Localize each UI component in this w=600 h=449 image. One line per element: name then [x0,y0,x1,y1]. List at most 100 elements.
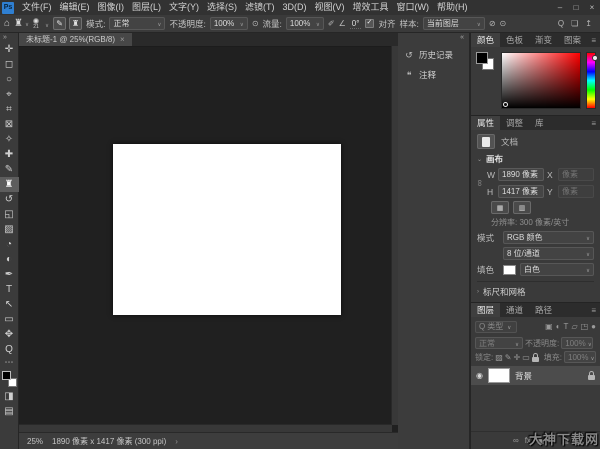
brush-tool[interactable]: ✎ [0,162,19,177]
menu-item[interactable]: 窗口(W) [393,0,434,15]
adjustment-layer-icon[interactable]: ◐ [550,436,555,445]
canvas-section-header[interactable]: ⌄ 画布 [477,153,594,165]
pen-tool[interactable]: ✒ [0,267,19,282]
menu-item[interactable]: 选择(S) [203,0,241,15]
search-icon[interactable]: Q [558,20,564,28]
document-type-button[interactable] [477,134,495,149]
close-icon[interactable]: × [584,0,600,15]
panel-menu-icon[interactable]: ≡ [587,303,600,317]
marquee-tool[interactable]: ◻ [0,57,19,72]
x-field[interactable]: 像素 [558,168,594,181]
panel-tab[interactable]: 颜色 [471,33,500,47]
layer-name[interactable]: 背景 [515,370,532,382]
lock-position-icon[interactable]: ✛ [514,353,521,362]
dock-notes[interactable]: ❝ 注释 [398,65,469,85]
menu-item[interactable]: 滤镜(T) [241,0,279,15]
status-caret-icon[interactable]: › [175,437,178,446]
move-tool[interactable]: ✛ [0,42,19,57]
filter-toggle-icon[interactable]: ● [591,322,596,331]
object-selection-tool[interactable]: ⌖ [0,87,19,102]
menu-item[interactable]: 图层(L) [128,0,165,15]
eyedropper-tool[interactable]: ✧ [0,132,19,147]
menu-item[interactable]: 文字(Y) [165,0,203,15]
pressure-size-icon[interactable]: ⊙ [500,20,507,28]
layer-opacity-select[interactable]: 100% [561,337,593,349]
canvas-rotate-icon[interactable]: ▥ [513,201,531,214]
filter-shape-icon[interactable]: ▱ [571,322,577,331]
layer-filter-select[interactable]: Q 类型 [475,321,517,333]
hue-slider-thumb[interactable] [592,55,598,61]
path-selection-tool[interactable]: ↖ [0,297,19,312]
layer-visibility-icon[interactable]: ◉ [476,371,483,380]
document-canvas[interactable] [113,144,341,315]
filter-pixel-icon[interactable]: ▣ [545,322,553,331]
menu-item[interactable]: 编辑(E) [56,0,94,15]
panel-menu-icon[interactable]: ≡ [587,33,600,47]
share-image-icon[interactable]: ↥ [585,20,592,28]
color-field-cursor[interactable] [503,102,508,107]
color-mode-select[interactable]: RGB 颜色 [503,231,594,244]
blend-mode-select[interactable]: 正常 [109,17,165,30]
pressure-opacity-icon[interactable]: ⊙ [252,20,259,28]
type-tool[interactable]: T [0,282,19,297]
quick-mask-button[interactable]: ◨ [0,389,19,404]
panel-tab[interactable]: 通道 [500,303,529,317]
aligned-checkbox[interactable] [365,19,374,28]
background-lock-icon[interactable] [588,375,595,380]
horizontal-scrollbar[interactable] [19,424,392,432]
crop-tool[interactable]: ⌗ [0,102,19,117]
spot-healing-tool[interactable]: ✚ [0,147,19,162]
minimize-icon[interactable]: – [552,0,568,15]
panel-tab[interactable]: 库 [529,116,550,130]
panel-tab[interactable]: 路径 [529,303,558,317]
panel-color-swatches[interactable] [476,52,496,72]
panel-tab[interactable]: 调整 [500,116,529,130]
hand-tool[interactable]: ✥ [0,327,19,342]
lock-transparent-icon[interactable]: ▨ [495,353,503,362]
panel-tab[interactable]: 图案 [558,33,587,47]
toggle-brush-settings-icon[interactable]: ✎ [53,17,66,30]
sample-select[interactable]: 当前图层 [423,17,485,30]
flow-select[interactable]: 100% [286,17,324,30]
toggle-clone-source-icon[interactable]: ♜ [69,17,82,30]
dock-history[interactable]: ↺ 历史记录 [398,45,469,65]
layer-thumbnail[interactable] [488,368,510,383]
lasso-tool[interactable]: ○ [0,72,19,87]
brush-picker-caret-icon[interactable] [43,19,49,29]
canvas-fill-swatch[interactable] [503,265,516,275]
color-swatches[interactable] [2,371,17,387]
foreground-color-swatch[interactable] [2,371,11,380]
foreground-color-swatch[interactable] [476,52,488,64]
filter-adjustment-icon[interactable]: ◐ [556,322,561,331]
zoom-level-field[interactable]: 25% [27,437,43,446]
layer-fill-select[interactable]: 100% [564,351,596,363]
new-layer-icon[interactable]: ⊞ [575,436,582,445]
screen-mode-button[interactable]: ▤ [0,404,19,419]
menu-item[interactable]: 图像(I) [94,0,129,15]
menu-item[interactable]: 3D(D) [279,0,311,15]
hue-slider[interactable] [586,52,596,109]
layer-mask-icon[interactable]: ▣ [537,436,545,445]
workspace-switcher-icon[interactable]: ❏ [571,20,578,28]
zoom-tool[interactable]: Q [0,342,19,357]
brush-angle-value[interactable]: 0° [350,19,362,29]
dodge-tool[interactable]: ◐ [0,252,19,267]
lock-artboard-icon[interactable]: ▭ [522,353,530,362]
height-field[interactable]: 1417 像素 [498,185,544,198]
menu-item[interactable]: 增效工具 [349,0,393,15]
home-icon[interactable]: ⌂ [4,19,10,29]
clone-stamp-tool[interactable]: ♜ [0,177,19,192]
filter-smart-object-icon[interactable]: ◳ [581,322,589,331]
lock-all-icon[interactable] [532,357,539,362]
delete-layer-icon[interactable]: ▯ [588,436,592,445]
frame-tool[interactable]: ⊠ [0,117,19,132]
panel-tab[interactable]: 色板 [500,33,529,47]
airbrush-icon[interactable]: ✐ [328,20,335,28]
maximize-icon[interactable]: □ [568,0,584,15]
eraser-tool[interactable]: ◱ [0,207,19,222]
layer-group-icon[interactable]: ▤ [561,436,569,445]
saturation-brightness-field[interactable] [501,52,581,109]
document-tab[interactable]: 未标题-1 @ 25%(RGB/8) × [19,33,132,46]
filter-type-icon[interactable]: T [564,322,569,331]
lock-pixels-icon[interactable]: ✎ [505,353,512,362]
